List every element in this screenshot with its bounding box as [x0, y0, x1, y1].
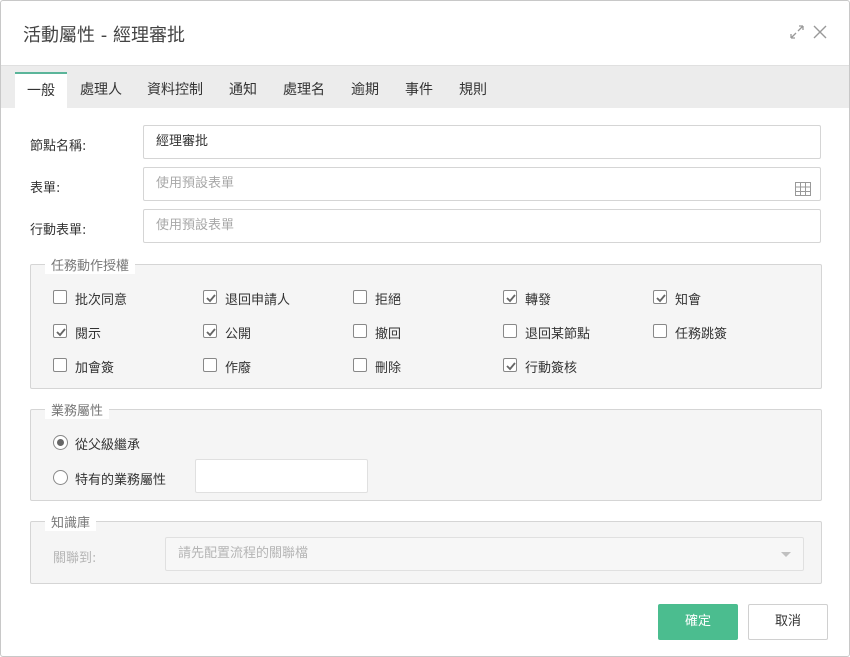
mobile-form-label: 行動表單: [30, 223, 87, 238]
specific-business-input[interactable] [195, 459, 368, 493]
permissions-fieldset: 任務動作授權 批次同意 退回申請人 拒絕 轉發 知會閱示 公開 撤回 退回某節點 任務跳簽加會簽… [30, 255, 822, 389]
close-icon[interactable] [811, 23, 829, 41]
business-legend: 業務屬性 [45, 400, 110, 419]
dialog-titlebar: 活動屬性 - 經理審批 [1, 1, 849, 65]
tab-handler[interactable]: 處理人 [68, 72, 134, 109]
link-to-placeholder: 請先配置流程的關聯檔 [178, 546, 309, 561]
checkbox-unchecked[interactable] [353, 324, 367, 338]
checkbox-unchecked[interactable] [203, 358, 217, 372]
form-select-input[interactable]: 使用預設表單 [143, 167, 821, 201]
checkbox-unchecked[interactable] [653, 324, 667, 338]
permission-label: 退回某節點 [525, 327, 591, 342]
checkbox-unchecked[interactable] [503, 324, 517, 338]
activity-properties-dialog: 活動屬性 - 經理審批 一般 處理人 資料控制 通知 處理名 逾期 事件 規則 … [0, 0, 850, 657]
radio-inherit-circle[interactable] [53, 435, 68, 450]
link-to-select: 請先配置流程的關聯檔 [165, 537, 804, 571]
permission-label: 退回申請人 [225, 293, 291, 308]
permission-label: 任務跳簽 [675, 327, 728, 342]
checkbox-checked[interactable] [653, 290, 667, 304]
tab-data-control[interactable]: 資料控制 [135, 72, 215, 109]
checkbox-unchecked[interactable] [53, 358, 67, 372]
checkbox-unchecked[interactable] [53, 290, 67, 304]
radio-specific-circle[interactable] [53, 470, 68, 485]
tab-general[interactable]: 一般 [15, 72, 67, 109]
check-icon [506, 362, 516, 371]
tab-process-name[interactable]: 處理名 [271, 72, 337, 109]
node-name-label: 節點名稱: [30, 139, 87, 154]
permission-label: 批次同意 [75, 293, 128, 308]
check-icon [56, 328, 66, 337]
tab-event[interactable]: 事件 [393, 72, 445, 109]
checkbox-unchecked[interactable] [353, 290, 367, 304]
permission-label: 作廢 [225, 361, 252, 376]
checkbox-checked[interactable] [203, 324, 217, 338]
permission-label: 公開 [225, 327, 252, 342]
checkbox-checked[interactable] [503, 358, 517, 372]
cancel-button[interactable]: 取消 [748, 604, 828, 640]
checkbox-checked[interactable] [203, 290, 217, 304]
business-fieldset: 業務屬性 從父級繼承 特有的業務屬性 [30, 400, 822, 501]
permission-label: 轉發 [525, 293, 552, 308]
check-icon [506, 294, 516, 303]
tab-rules[interactable]: 規則 [447, 72, 499, 109]
confirm-button[interactable]: 確定 [658, 604, 738, 640]
permission-label: 知會 [675, 293, 702, 308]
link-to-label: 關聯到: [53, 551, 97, 566]
radio-specific-label: 特有的業務屬性 [75, 473, 167, 488]
check-icon [656, 294, 666, 303]
form-label: 表單: [30, 181, 61, 196]
permission-label: 行動簽核 [525, 361, 578, 376]
check-icon [206, 328, 216, 337]
radio-inherit-label: 從父級繼承 [75, 438, 141, 453]
table-icon[interactable] [795, 177, 811, 196]
checkbox-checked[interactable] [503, 290, 517, 304]
knowledge-fieldset: 知識庫 關聯到: 請先配置流程的關聯檔 [30, 512, 822, 584]
permission-label: 刪除 [375, 361, 402, 376]
checkbox-unchecked[interactable] [353, 358, 367, 372]
form-placeholder: 使用預設表單 [156, 176, 235, 191]
mobile-form-input[interactable]: 使用預設表單 [143, 209, 821, 243]
node-name-input[interactable]: 經理審批 [143, 125, 821, 159]
permissions-legend: 任務動作授權 [45, 255, 136, 274]
checkbox-checked[interactable] [53, 324, 67, 338]
knowledge-legend: 知識庫 [45, 512, 97, 531]
permission-label: 撤回 [375, 327, 402, 342]
permission-label: 加會簽 [75, 361, 115, 376]
mobile-form-placeholder: 使用預設表單 [156, 218, 235, 233]
tab-bar: 一般 處理人 資料控制 通知 處理名 逾期 事件 規則 [1, 65, 849, 109]
permission-label: 閱示 [75, 327, 102, 342]
expand-icon[interactable] [788, 23, 806, 41]
check-icon [206, 294, 216, 303]
chevron-down-icon [781, 552, 791, 557]
tab-overdue[interactable]: 逾期 [339, 72, 391, 109]
tab-notification[interactable]: 通知 [217, 72, 269, 109]
dialog-title: 活動屬性 - 經理審批 [23, 25, 185, 46]
permission-label: 拒絕 [375, 293, 402, 308]
